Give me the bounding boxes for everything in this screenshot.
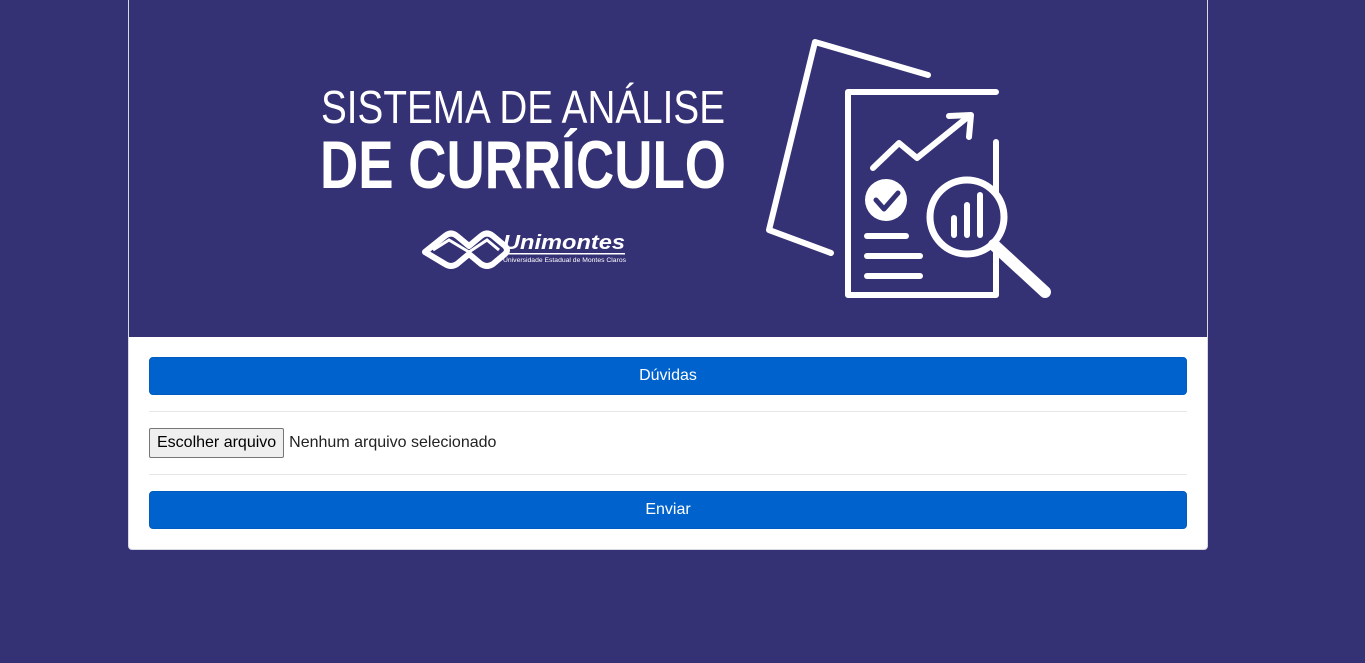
file-upload: Escolher arquivo Nenhum arquivo selecion… bbox=[149, 428, 1187, 458]
form-area: Dúvidas Escolher arquivo Nenhum arquivo … bbox=[149, 357, 1187, 529]
divider bbox=[149, 411, 1187, 412]
banner-title-line2: DE CURRÍCULO bbox=[320, 127, 726, 203]
banner-title-line1: SISTEMA DE ANÁLISE bbox=[321, 81, 725, 133]
document-analysis-icon bbox=[766, 39, 1051, 298]
submit-button[interactable]: Enviar bbox=[149, 491, 1187, 529]
divider bbox=[149, 474, 1187, 475]
file-status-text: Nenhum arquivo selecionado bbox=[289, 434, 497, 451]
brand-name: Unimontes bbox=[503, 232, 625, 254]
brand-tagline: Universidade Estadual de Montes Claros bbox=[503, 257, 627, 264]
help-button[interactable]: Dúvidas bbox=[149, 357, 1187, 395]
unimontes-logo-icon bbox=[422, 230, 510, 269]
choose-file-button[interactable]: Escolher arquivo bbox=[149, 428, 285, 458]
header-banner: SISTEMA DE ANÁLISE DE CURRÍCULO Unimonte… bbox=[129, 0, 1207, 337]
main-card: SISTEMA DE ANÁLISE DE CURRÍCULO Unimonte… bbox=[128, 0, 1208, 550]
